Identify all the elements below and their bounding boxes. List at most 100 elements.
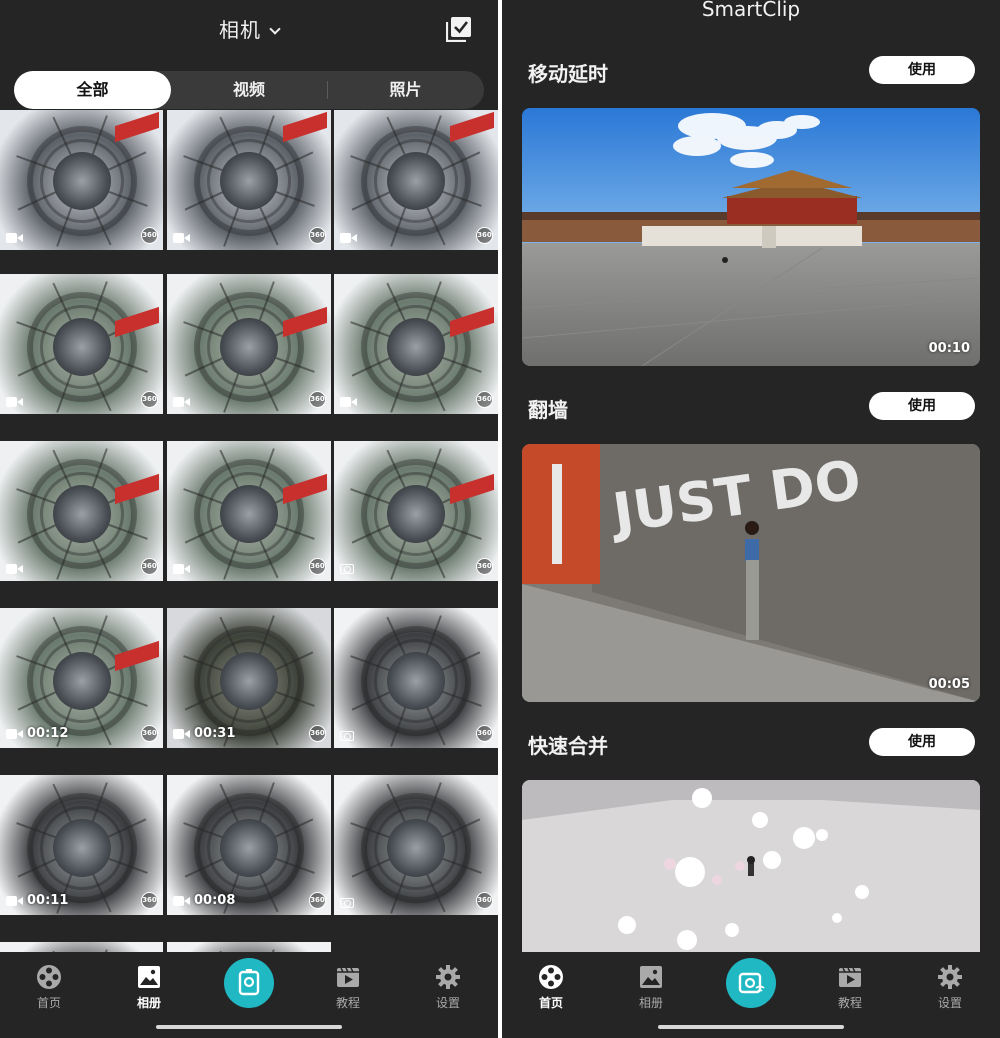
badge-360-icon: 360 xyxy=(141,558,158,575)
tab-video[interactable]: 视频 xyxy=(171,71,327,109)
nav-settings[interactable]: 设置 xyxy=(920,964,980,1011)
video-indicator: 00:08 xyxy=(173,893,235,908)
video-camera-icon xyxy=(173,564,184,574)
badge-360-icon: 360 xyxy=(141,892,158,909)
media-thumbnail[interactable]: 00:31 360 xyxy=(167,608,331,748)
video-indicator: 00:11 xyxy=(6,893,68,908)
source-title: 相机 xyxy=(219,18,261,42)
video-indicator xyxy=(6,397,22,407)
media-thumbnail[interactable]: 360 xyxy=(167,110,331,250)
nav-tutorial[interactable]: 教程 xyxy=(820,964,880,1011)
section-title-wall: 翻墙 xyxy=(528,398,568,422)
camera-icon xyxy=(340,731,354,741)
media-thumbnail[interactable] xyxy=(167,942,331,952)
red-awning xyxy=(283,111,327,143)
media-grid: 360 360 360 360 360 360 360 360 360 00:12 360 00:31… xyxy=(0,110,498,952)
badge-360-icon: 360 xyxy=(476,725,493,742)
nav-tutorial-label: 教程 xyxy=(335,996,360,1010)
media-thumbnail[interactable]: 00:12 360 xyxy=(0,608,163,748)
media-thumbnail[interactable]: 360 xyxy=(334,608,498,748)
planet-core xyxy=(220,484,278,543)
section-title-timelapse: 移动延时 xyxy=(528,62,608,86)
media-thumbnail[interactable]: 360 xyxy=(0,441,163,581)
album-icon xyxy=(138,966,160,988)
media-thumbnail[interactable]: 360 xyxy=(0,274,163,414)
nav-settings[interactable]: 设置 xyxy=(418,964,478,1011)
video-indicator xyxy=(173,564,189,574)
planet-core xyxy=(52,818,111,877)
palace-preview-image xyxy=(522,108,980,366)
video-camera-icon xyxy=(173,233,184,243)
home-indicator xyxy=(658,1025,844,1029)
video-duration: 00:11 xyxy=(27,893,69,908)
media-thumbnail[interactable]: 00:08 360 xyxy=(167,775,331,915)
media-thumbnail[interactable]: 360 xyxy=(334,775,498,915)
video-camera-icon xyxy=(173,895,184,906)
badge-360-icon: 360 xyxy=(141,725,158,742)
media-thumbnail[interactable] xyxy=(0,942,163,952)
video-camera-icon xyxy=(6,564,17,574)
video-camera-icon xyxy=(6,728,17,739)
multi-select-icon[interactable] xyxy=(446,16,472,42)
nav-album-label: 相册 xyxy=(638,996,663,1010)
media-thumbnail[interactable]: 00:11 360 xyxy=(0,775,163,915)
nav-album[interactable]: 相册 xyxy=(621,964,681,1011)
nav-settings-label: 设置 xyxy=(937,996,962,1010)
nav-home[interactable]: 首页 xyxy=(521,964,581,1011)
video-indicator xyxy=(6,564,22,574)
video-camera-icon xyxy=(340,397,351,407)
photo-indicator xyxy=(340,731,354,741)
red-awning xyxy=(450,111,494,143)
capture-button[interactable] xyxy=(224,958,274,1008)
tab-all[interactable]: 全部 xyxy=(14,71,171,109)
nav-album[interactable]: 相册 xyxy=(119,964,179,1011)
video-indicator xyxy=(173,233,189,243)
media-thumbnail[interactable]: 360 xyxy=(334,274,498,414)
capture-button[interactable] xyxy=(726,958,776,1008)
badge-360-icon: 360 xyxy=(309,227,326,244)
planet-core xyxy=(387,651,445,710)
filter-tabs: 全部 视频 照片 xyxy=(14,71,484,109)
use-button-wall[interactable]: 使用 xyxy=(869,392,975,420)
badge-360-icon: 360 xyxy=(309,892,326,909)
planet-core xyxy=(220,818,278,877)
capture-wifi-icon xyxy=(738,972,765,994)
video-duration: 00:12 xyxy=(27,726,69,741)
badge-360-icon: 360 xyxy=(476,391,493,408)
video-camera-icon xyxy=(173,728,184,739)
album-icon xyxy=(640,966,662,988)
camera-icon xyxy=(340,564,354,574)
media-thumbnail[interactable]: 360 xyxy=(167,441,331,581)
capture-icon xyxy=(238,969,260,996)
planet-core xyxy=(387,484,445,543)
planet-core xyxy=(220,651,278,710)
template-card-wall[interactable]: JUST DO 00:05 xyxy=(522,444,980,702)
photo-indicator xyxy=(340,898,354,908)
media-thumbnail[interactable]: 360 xyxy=(334,110,498,250)
duration-label: 00:10 xyxy=(928,341,970,356)
use-button-timelapse[interactable]: 使用 xyxy=(869,56,975,84)
media-thumbnail[interactable]: 360 xyxy=(0,110,163,250)
media-thumbnail[interactable]: 360 xyxy=(167,274,331,414)
use-button-merge[interactable]: 使用 xyxy=(869,728,975,756)
template-card-merge[interactable] xyxy=(522,780,980,952)
red-awning xyxy=(115,111,159,143)
nav-home[interactable]: 首页 xyxy=(19,964,79,1011)
badge-360-icon: 360 xyxy=(141,227,158,244)
nav-tutorial[interactable]: 教程 xyxy=(318,964,378,1011)
source-selector[interactable]: 相机 xyxy=(0,14,498,43)
nav-album-label: 相册 xyxy=(136,996,161,1010)
nav-tutorial-label: 教程 xyxy=(837,996,862,1010)
video-indicator xyxy=(340,397,356,407)
tab-photo[interactable]: 照片 xyxy=(327,71,484,109)
chevron-down-icon xyxy=(269,23,281,35)
media-thumbnail[interactable]: 360 xyxy=(334,441,498,581)
planet-core xyxy=(220,152,278,211)
duration-label: 00:05 xyxy=(928,677,970,692)
smartclip-screen: SmartClip 移动延时 使用 00:10 翻墙 使用 JUST DO 00… xyxy=(502,0,1000,1038)
home-indicator xyxy=(156,1025,342,1029)
badge-360-icon: 360 xyxy=(309,725,326,742)
nav-settings-label: 设置 xyxy=(435,996,460,1010)
template-card-timelapse[interactable]: 00:10 xyxy=(522,108,980,366)
planet-core xyxy=(220,317,278,376)
